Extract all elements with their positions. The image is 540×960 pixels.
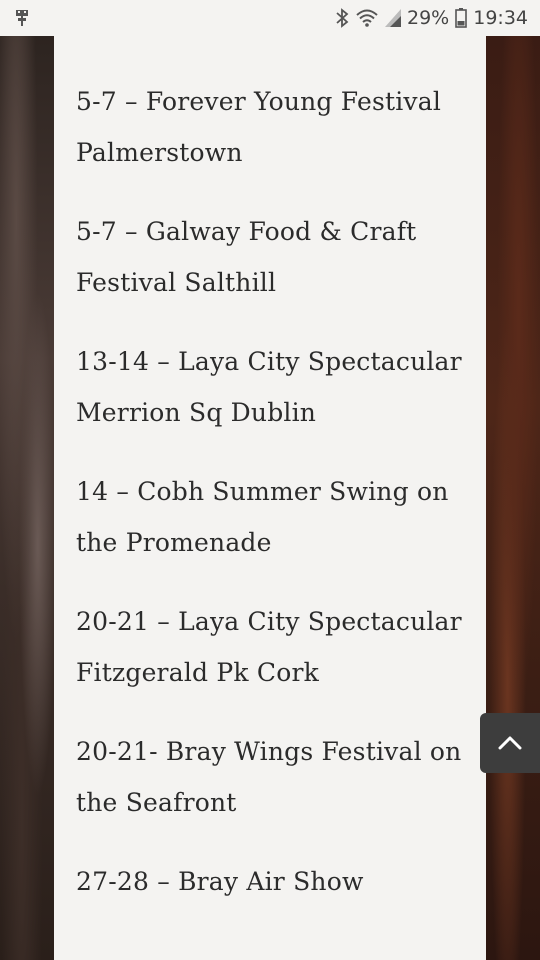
event-item: 20-21 – Laya City Spectacular Fitzgerald… <box>76 607 462 687</box>
background-image-right <box>486 36 540 960</box>
clock-time: 19:34 <box>473 7 528 29</box>
background-image-left <box>0 36 54 960</box>
battery-percent: 29% <box>407 7 450 29</box>
scroll-to-top-button[interactable] <box>480 713 540 773</box>
event-item: 5-7 – Forever Young Festival Palmerstown <box>76 87 442 167</box>
status-bar: 29% 19:34 <box>0 0 540 36</box>
event-item: 5-7 – Galway Food & Craft Festival Salth… <box>76 217 417 297</box>
signal-icon <box>385 9 401 27</box>
chevron-up-icon <box>497 735 523 751</box>
event-list: 5-7 – Forever Young Festival Palmerstown… <box>54 36 486 960</box>
event-item: 20-21- Bray Wings Festival on the Seafro… <box>76 737 462 817</box>
event-item: 14 – Cobh Summer Swing on the Promenade <box>76 477 449 557</box>
wifi-icon <box>355 8 379 28</box>
usb-icon <box>14 8 30 28</box>
event-item: 27-28 – Bray Air Show <box>76 867 364 896</box>
bluetooth-icon <box>335 8 349 28</box>
battery-icon <box>455 8 468 28</box>
event-item: 13-14 – Laya City Spectacular Merrion Sq… <box>76 347 462 427</box>
